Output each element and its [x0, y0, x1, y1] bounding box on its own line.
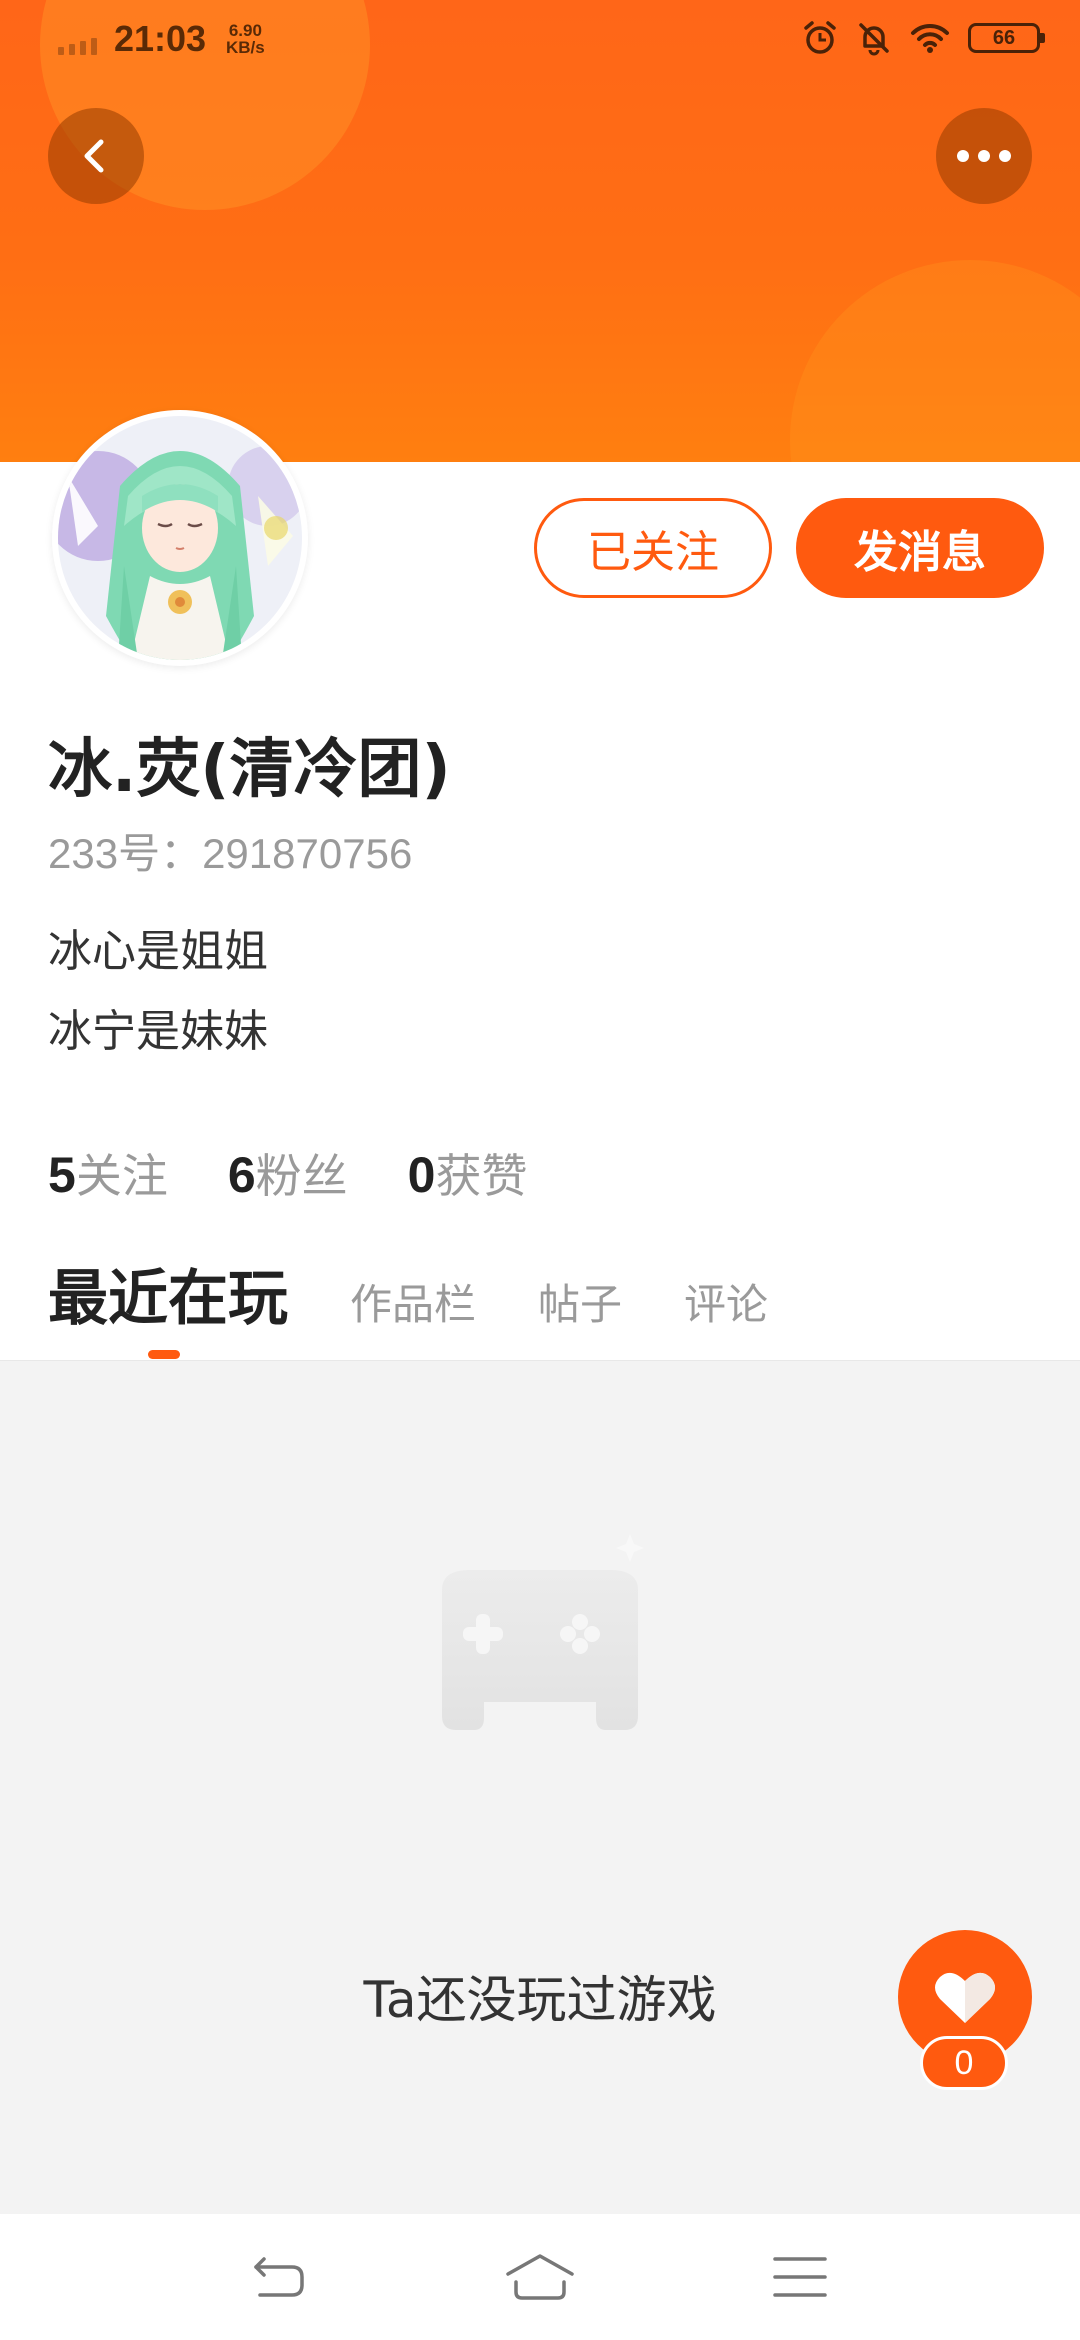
status-bar: 21:03 6.90 KB/s 66 — [0, 0, 1080, 84]
nav-back-icon — [254, 2257, 304, 2297]
profile-banner: 21:03 6.90 KB/s 66 — [0, 0, 1080, 462]
more-dots-icon — [957, 150, 1011, 162]
tab-posts[interactable]: 帖子 — [538, 1271, 622, 1332]
status-time: 21:03 — [114, 18, 207, 59]
send-message-button[interactable]: 发消息 — [796, 498, 1044, 598]
wifi-icon — [911, 23, 949, 53]
profile-bio: 冰心是姐姐 冰宁是妹妹 — [48, 912, 268, 1072]
following-count: 5 — [48, 1147, 76, 1203]
system-nav-bar — [0, 2214, 1080, 2340]
tab-recent[interactable]: 最近在玩 — [48, 1250, 288, 1337]
signal-icon — [58, 38, 97, 55]
profile-uid: 233号：291870756 — [48, 830, 413, 877]
tab-comments[interactable]: 评论 — [684, 1271, 768, 1332]
nav-menu-icon — [773, 2257, 827, 2297]
profile-tabs: 最近在玩 作品栏 帖子 评论 — [48, 1250, 830, 1337]
stat-likes[interactable]: 0 获赞 — [408, 1140, 528, 1206]
net-speed-unit: KB/s — [226, 38, 265, 57]
net-speed-value: 6.90 — [228, 21, 262, 40]
nav-home-icon — [506, 2254, 574, 2300]
banner-glow — [790, 260, 1080, 462]
bell-off-icon — [859, 23, 889, 56]
likes-label: 获赞 — [435, 1149, 528, 1203]
chevron-left-icon — [84, 139, 104, 173]
fans-count: 6 — [227, 1147, 256, 1203]
nav-home-button[interactable] — [495, 2232, 585, 2322]
status-icons: 66 — [802, 20, 1045, 56]
tab-indicator — [148, 1350, 180, 1359]
more-button[interactable] — [936, 108, 1032, 204]
bio-line: 冰宁是妹妹 — [48, 1006, 268, 1057]
likes-count: 0 — [407, 1147, 436, 1203]
tab-works[interactable]: 作品栏 — [350, 1271, 476, 1332]
alarm-icon — [804, 21, 836, 54]
stat-fans[interactable]: 6 粉丝 — [228, 1140, 348, 1206]
nav-back-button[interactable] — [235, 2232, 325, 2322]
avatar-image — [58, 416, 302, 660]
gamepad-icon — [430, 1530, 650, 1794]
profile-nickname: 冰.荧(清冷团) — [48, 733, 451, 807]
following-label: 关注 — [75, 1149, 168, 1203]
back-button[interactable] — [48, 108, 144, 204]
profile-stats: 5 关注 6 粉丝 0 获赞 — [48, 1140, 527, 1206]
followed-button[interactable]: 已关注 — [534, 498, 772, 598]
avatar[interactable] — [52, 410, 308, 666]
nav-menu-button[interactable] — [755, 2232, 845, 2322]
heart-icon — [935, 1972, 995, 2023]
bio-line: 冰心是姐姐 — [48, 926, 268, 977]
like-count-badge: 0 — [920, 2036, 1008, 2090]
fans-label: 粉丝 — [255, 1149, 348, 1203]
stat-following[interactable]: 5 关注 — [48, 1140, 168, 1206]
battery-icon: 66 — [968, 23, 1045, 53]
net-speed: 6.90 KB/s — [226, 22, 265, 56]
